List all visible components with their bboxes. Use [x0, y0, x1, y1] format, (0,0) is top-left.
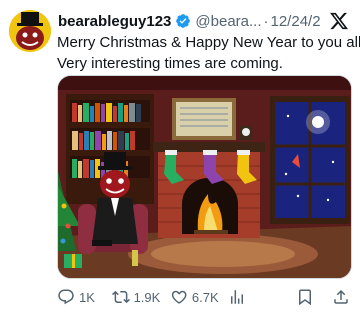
repost-icon	[111, 290, 130, 304]
reply-icon	[58, 289, 74, 305]
tweet-header: bearableguy123 @beara... · 12/24/21	[58, 11, 320, 31]
views-button[interactable]	[228, 288, 296, 306]
avatar[interactable]	[9, 10, 51, 52]
repost-count: 1.9K	[133, 289, 161, 305]
share-button[interactable]	[332, 288, 350, 306]
bookmark-icon	[299, 289, 312, 306]
tweet-date[interactable]: 12/24/21	[271, 13, 321, 30]
like-icon	[171, 290, 187, 304]
tweet-actions: 1K 1.9K 6.7K	[57, 284, 350, 310]
tweet-image[interactable]	[57, 75, 352, 279]
repost-button[interactable]: 1.9K	[111, 288, 170, 306]
christmas-scene-illustration	[58, 76, 351, 278]
tweet-text-line: Very interesting times are coming.	[57, 55, 283, 72]
bookmark-button[interactable]	[296, 288, 314, 306]
verified-badge-icon	[175, 13, 191, 29]
tweet-text-line: Merry Christmas & Happy New Year to you …	[57, 34, 360, 51]
like-count: 6.7K	[191, 289, 219, 305]
like-button[interactable]: 6.7K	[170, 288, 228, 306]
share-icon	[334, 289, 348, 304]
display-name[interactable]: bearableguy123	[58, 13, 171, 30]
views-icon	[231, 290, 244, 304]
x-logo-icon[interactable]	[328, 10, 350, 32]
reply-button[interactable]: 1K	[57, 288, 112, 306]
tweet-card[interactable]: bearableguy123 @beara... · 12/24/21 Merr…	[0, 0, 360, 318]
handle[interactable]: @beara...	[195, 13, 261, 30]
separator-dot: ·	[263, 12, 269, 30]
reply-count: 1K	[79, 289, 95, 305]
tweet-text: Merry Christmas & Happy New Year to you …	[57, 32, 360, 74]
